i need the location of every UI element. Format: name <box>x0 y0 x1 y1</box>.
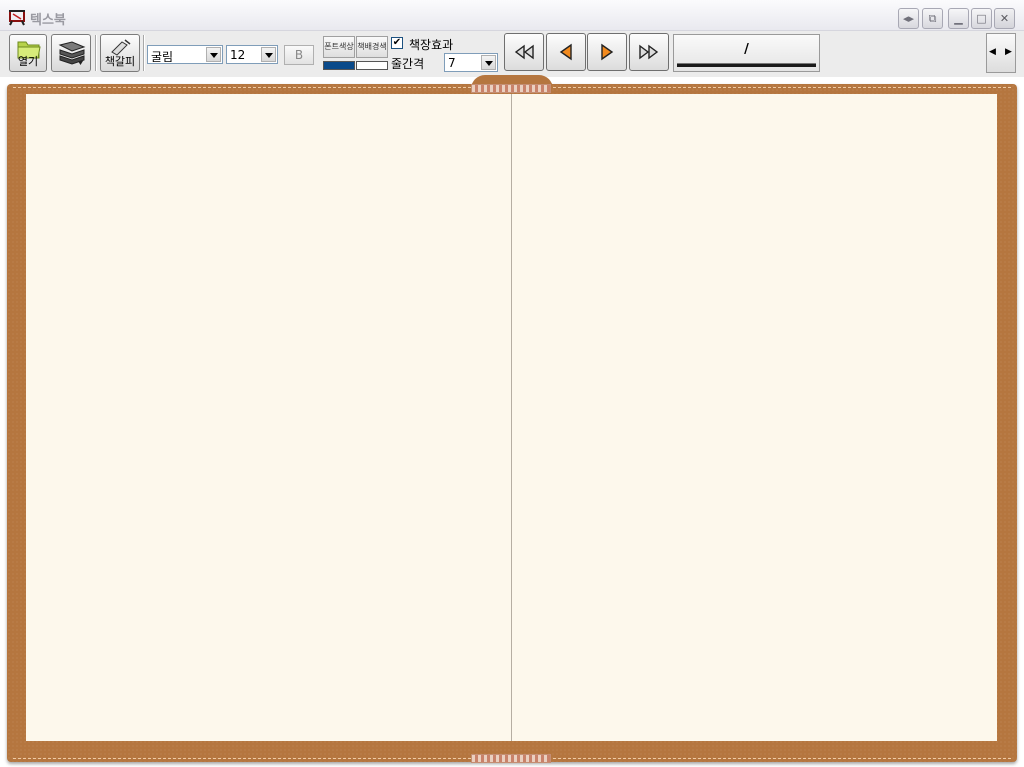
chevron-down-icon[interactable] <box>481 55 496 70</box>
left-right-arrows-icon: ◂▸ <box>902 12 915 25</box>
checkmark-icon: ✔ <box>392 37 402 48</box>
window-mode-icon: ⧉ <box>928 11 937 25</box>
book-view <box>0 75 1024 767</box>
right-arrow-icon <box>601 43 614 61</box>
minimize-icon: ▁ <box>954 12 963 25</box>
toolbar-scroll-arrows: ◀ ▶ <box>986 33 1016 73</box>
first-page-button[interactable] <box>504 33 544 71</box>
left-arrow-icon <box>559 43 572 61</box>
double-left-arrow-icon <box>514 44 534 60</box>
line-spacing-value: 7 <box>448 56 456 70</box>
previous-page-button[interactable] <box>546 33 586 71</box>
book-effect-label: 책장효과 <box>409 38 454 52</box>
maximize-icon: □ <box>976 12 987 25</box>
app-logo-icon <box>9 10 25 26</box>
maximize-button[interactable]: □ <box>971 8 992 29</box>
next-page-button[interactable] <box>587 33 627 71</box>
close-button[interactable]: ✕ <box>994 8 1015 29</box>
chevron-down-icon[interactable] <box>206 47 221 62</box>
font-size-value: 12 <box>230 48 246 62</box>
page-progress-bar[interactable] <box>677 63 816 67</box>
double-right-arrow-icon <box>639 44 659 60</box>
font-name-select[interactable]: 굴림 <box>147 45 223 64</box>
resize-toggle-button[interactable]: ◂▸ <box>898 8 919 29</box>
title-bar: 텍스북 ◂▸ ⧉ ▁ □ ✕ <box>0 0 1024 31</box>
chevron-down-icon[interactable] <box>261 47 276 62</box>
bookmark-button[interactable]: 책갈피 <box>100 34 140 72</box>
last-page-button[interactable] <box>629 33 669 71</box>
scroll-right-icon[interactable]: ▶ <box>1005 47 1012 57</box>
font-color-button[interactable]: 폰트색상 <box>323 36 355 58</box>
book-effect-checkbox[interactable]: ✔ <box>391 37 403 49</box>
open-button[interactable]: 열기 <box>9 34 47 72</box>
bold-button[interactable]: B <box>284 45 314 65</box>
book-cover <box>7 75 1017 763</box>
spine-band-bottom <box>471 754 551 763</box>
font-color-swatch <box>323 61 355 70</box>
background-color-swatch <box>356 61 388 70</box>
window-title: 텍스북 <box>30 13 66 28</box>
toolbar-separator <box>95 35 97 71</box>
page-indicator: / <box>673 34 820 72</box>
book-list-button[interactable] <box>51 34 91 72</box>
scroll-left-icon[interactable]: ◀ <box>989 47 996 57</box>
book-stack-icon <box>58 41 86 65</box>
line-spacing-select[interactable]: 7 <box>444 53 498 72</box>
open-label: 열기 <box>17 55 39 68</box>
toolbar: 열기 책갈피 굴림 12 B 폰트색상 책배경색 ✔ 책장효과 줄간격 7 / … <box>0 31 1024 77</box>
toolbar-separator <box>143 35 145 71</box>
minimize-button[interactable]: ▁ <box>948 8 969 29</box>
left-page[interactable] <box>26 94 511 741</box>
bookmark-label: 책갈피 <box>104 55 136 68</box>
spine-band-top <box>471 84 551 93</box>
font-name-value: 굴림 <box>151 50 174 64</box>
restore-mode-button[interactable]: ⧉ <box>922 8 943 29</box>
line-spacing-label: 줄간격 <box>391 57 425 71</box>
background-color-button[interactable]: 책배경색 <box>356 36 388 58</box>
right-page[interactable] <box>512 94 997 741</box>
font-size-select[interactable]: 12 <box>226 45 278 64</box>
close-icon: ✕ <box>999 12 1010 25</box>
page-number-text: / <box>744 42 749 57</box>
